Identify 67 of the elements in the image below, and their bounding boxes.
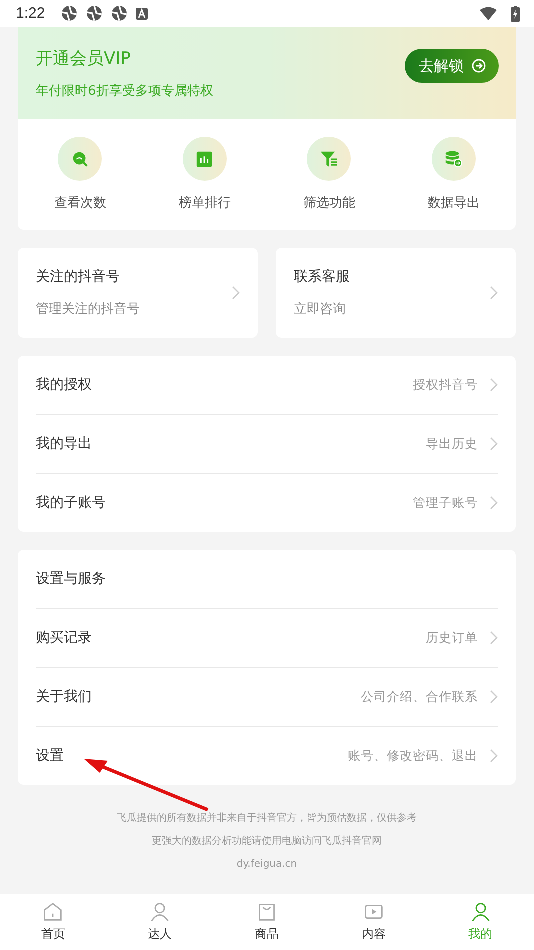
row-detail: 导出历史	[426, 436, 478, 452]
database-export-icon	[444, 150, 464, 168]
shortcut-card[interactable]: 联系客服 立即咨询	[276, 248, 516, 338]
menu-row[interactable]: 我的授权 授权抖音号	[36, 356, 498, 415]
menu-row[interactable]: 购买记录 历史订单	[36, 609, 498, 668]
profile-icon	[470, 902, 491, 922]
feature-icon-circle[interactable]	[182, 137, 227, 181]
feature-label[interactable]: 榜单排行	[178, 194, 231, 212]
chevron-icon	[490, 496, 498, 510]
notification-icon	[111, 5, 128, 22]
notification-icon	[86, 5, 104, 22]
section-title: 设置与服务	[36, 570, 107, 588]
nav-tab[interactable]: 商品	[214, 894, 320, 950]
notification-icon	[61, 5, 78, 22]
home-icon	[43, 902, 64, 922]
person-icon	[150, 902, 170, 922]
row-label: 我的子账号	[36, 494, 107, 512]
battery-icon	[511, 6, 520, 22]
row-label: 购买记录	[36, 629, 93, 647]
search-icon	[70, 150, 90, 168]
feature-label[interactable]: 查看次数	[54, 194, 106, 212]
row-label: 关于我们	[36, 688, 93, 706]
chevron-icon	[490, 437, 498, 451]
feature-label[interactable]: 数据导出	[428, 194, 480, 212]
footer-text: dy.feigua.cn	[236, 858, 298, 872]
menu-row[interactable]: 关于我们 公司介绍、合作联系	[36, 668, 498, 727]
nav-tab[interactable]: 内容	[320, 894, 428, 950]
feature-icon-circle[interactable]	[58, 137, 102, 181]
row-label: 我的导出	[36, 435, 93, 453]
shortcut-card[interactable]: 关注的抖音号 管理关注的抖音号	[18, 248, 258, 338]
menu-row[interactable]: 我的导出 导出历史	[36, 415, 498, 474]
chevron-icon	[490, 378, 498, 392]
chevron-icon	[490, 690, 498, 704]
feature-icon-circle[interactable]	[432, 137, 476, 181]
row-detail: 授权抖音号	[413, 376, 478, 394]
bar-chart-icon	[195, 150, 214, 168]
chevron-icon	[490, 286, 498, 300]
arrow-circle-icon	[472, 59, 486, 73]
wifi-icon	[480, 6, 497, 20]
chevron-icon	[232, 286, 240, 300]
row-detail: 管理子账号	[413, 494, 478, 512]
footer-text: 更强大的数据分析功能请使用电脑访问飞瓜抖音官网	[152, 834, 382, 849]
menu-row[interactable]: 设置 账号、修改密码、退出	[36, 727, 498, 785]
row-label: 我的授权	[36, 376, 93, 394]
card-subtitle: 管理关注的抖音号	[36, 301, 141, 318]
chevron-icon	[490, 631, 498, 645]
card-subtitle: 立即咨询	[294, 301, 347, 318]
filter-icon	[320, 150, 339, 168]
feature-icon-circle[interactable]	[307, 137, 352, 181]
chevron-icon	[490, 749, 498, 763]
row-detail: 历史订单	[426, 630, 478, 646]
row-label: 设置	[36, 747, 65, 765]
row-detail: 账号、修改密码、退出	[348, 748, 478, 764]
card-title: 联系客服	[294, 268, 351, 286]
unlock-button[interactable]: 去解锁	[405, 49, 499, 83]
row-detail: 公司介绍、合作联系	[361, 688, 478, 706]
card-title: 关注的抖音号	[36, 268, 121, 286]
vip-title: 开通会员VIP	[36, 48, 132, 70]
nav-tab[interactable]: 首页	[0, 894, 107, 950]
nav-tab[interactable]: 达人	[106, 894, 214, 950]
feature-label[interactable]: 筛选功能	[303, 194, 356, 212]
notification-icon	[136, 8, 148, 20]
bag-icon	[256, 902, 277, 922]
menu-row[interactable]: 我的子账号 管理子账号	[36, 474, 498, 532]
vip-subtitle: 年付限时6折享受多项专属特权	[36, 82, 214, 100]
status-time: 1:22	[16, 5, 46, 22]
footer-text: 飞瓜提供的所有数据并非来自于抖音官方，皆为预估数据，仅供参考	[117, 812, 417, 826]
